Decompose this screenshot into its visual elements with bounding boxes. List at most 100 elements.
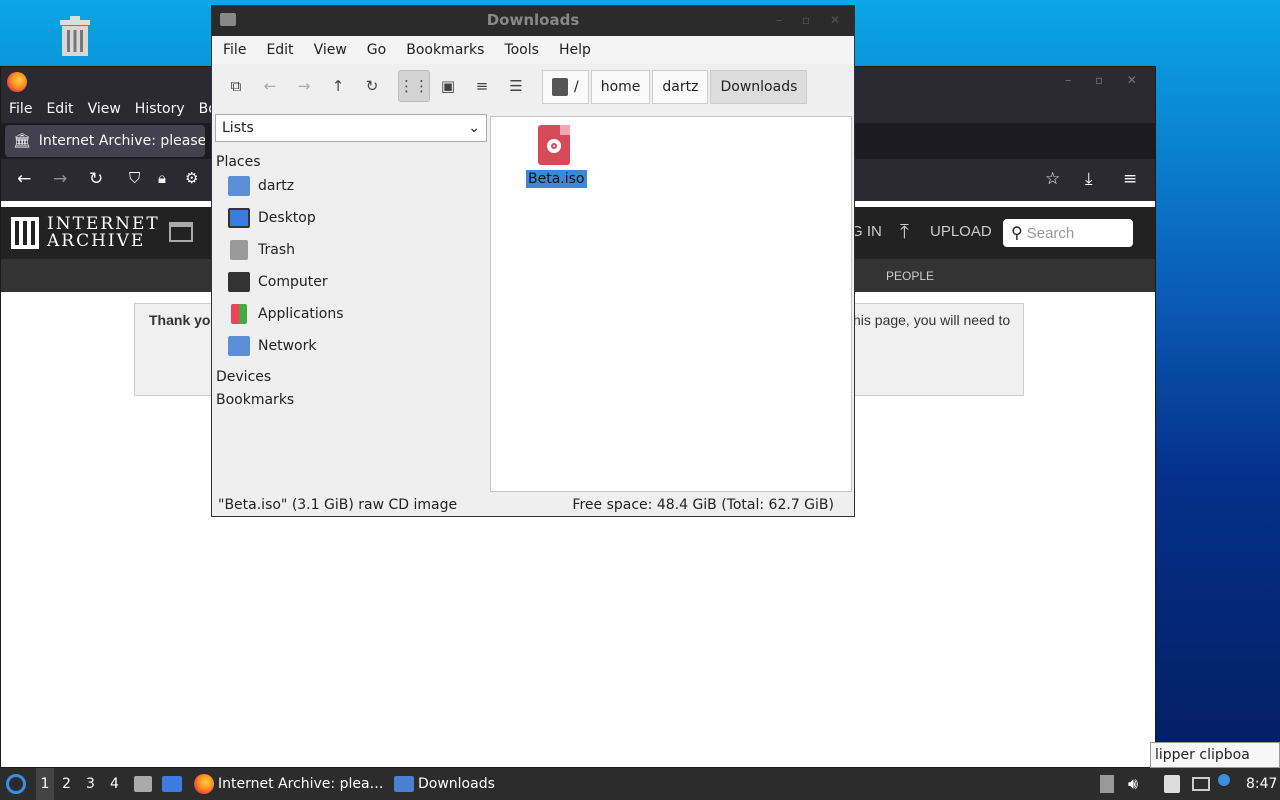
firefox-icon (194, 774, 214, 794)
sidebar-item-computer[interactable]: Computer (228, 268, 328, 296)
fm-menu-tools[interactable]: Tools (504, 42, 539, 58)
web-media-icon[interactable] (169, 222, 193, 242)
ff-menu-history[interactable]: History (135, 101, 185, 117)
crumb-home[interactable]: home (590, 70, 651, 104)
crumb-downloads[interactable]: Downloads (710, 70, 808, 104)
browser-tab[interactable]: 🏛 Internet Archive: please (5, 125, 205, 157)
parent-folder-icon[interactable]: ↑ (322, 70, 354, 102)
fm-toolbar: ⧉ ← → ↑ ↻ ⋮⋮ ▣ ≡ ☰ / home dartz Download… (212, 64, 854, 108)
sidebar-item-label: Network (258, 338, 317, 354)
forward-icon[interactable]: → (53, 169, 67, 189)
fm-menu-view[interactable]: View (314, 42, 347, 58)
ff-menu-file[interactable]: File (9, 101, 32, 117)
sidebar-item-desktop[interactable]: Desktop (228, 204, 316, 232)
workspace-2[interactable]: 2 (62, 768, 71, 800)
browser-tab-title: Internet Archive: please (38, 133, 205, 149)
crumb-dartz[interactable]: dartz (652, 70, 709, 104)
fm-window-title: Downloads (486, 11, 580, 29)
lubuntu-logo-icon (6, 774, 26, 794)
network-icon (228, 336, 250, 356)
file-manager-launcher-icon[interactable] (134, 768, 152, 800)
fm-file-view[interactable]: Beta.iso (490, 116, 852, 492)
sign-in-link[interactable]: G IN (851, 223, 882, 240)
ff-menu-view[interactable]: View (88, 101, 121, 117)
sidebar-item-label: Applications (258, 306, 344, 322)
clipboard-icon[interactable] (1164, 768, 1180, 800)
crumb-root-label: / (574, 79, 579, 95)
ia-columns-icon (11, 217, 39, 249)
sidebar-item-trash[interactable]: Trash (228, 236, 295, 264)
ia-search-placeholder: Search (1026, 224, 1075, 242)
sidebar-mode-select[interactable]: Lists ⌄ (215, 114, 487, 142)
ia-search-field[interactable]: ⚲ Search (1003, 219, 1133, 247)
eject-icon[interactable] (1100, 768, 1114, 800)
sidebar-item-applications[interactable]: Applications (228, 300, 344, 328)
task-downloads[interactable]: Downloads (394, 768, 495, 800)
volume-icon[interactable]: 🔊︎ (1128, 768, 1138, 800)
notice-text-left: Thank you (149, 312, 220, 328)
archive-favicon-icon: 🏛 (13, 133, 31, 149)
drive-icon (552, 78, 568, 96)
fm-menu-file[interactable]: File (223, 42, 246, 58)
ia-logo[interactable]: INTERNET ARCHIVE (11, 216, 160, 250)
sidebar-item-label: Computer (258, 274, 328, 290)
firefox-window-controls[interactable]: – ▫ ✕ (1065, 73, 1147, 87)
sidebar-item-dartz[interactable]: dartz (228, 172, 294, 200)
crumb-root[interactable]: / (542, 70, 589, 104)
start-menu-button[interactable] (6, 768, 26, 800)
ia-logo-line2: ARCHIVE (47, 231, 146, 251)
file-manager-window: Downloads – ▫ ✕ File Edit View Go Bookma… (211, 5, 855, 517)
status-free-space: Free space: 48.4 GiB (Total: 62.7 GiB) (572, 497, 834, 513)
tray-tooltip: lipper clipboa (1150, 742, 1280, 768)
fm-menu-go[interactable]: Go (367, 42, 386, 58)
desktop-icon (228, 208, 250, 228)
lock-icon[interactable]: 🔒︎ (158, 169, 166, 187)
folder-icon (394, 776, 414, 792)
show-desktop-icon[interactable] (162, 768, 182, 800)
people-link[interactable]: PEOPLE (886, 269, 934, 283)
fm-titlebar[interactable]: Downloads – ▫ ✕ (212, 6, 854, 36)
ff-menu-edit[interactable]: Edit (46, 101, 73, 117)
thumbnail-view-icon[interactable]: ▣ (432, 70, 464, 102)
bookmark-star-icon[interactable]: ☆ (1045, 169, 1060, 189)
sidebar-item-network[interactable]: Network (228, 332, 316, 360)
sidebar-item-label: dartz (258, 178, 295, 194)
fm-window-controls[interactable]: – ▫ ✕ (776, 6, 848, 34)
tracking-shield-icon[interactable]: ⛉ (129, 169, 140, 187)
icon-view-icon[interactable]: ⋮⋮ (398, 70, 430, 102)
back-icon[interactable]: ← (254, 70, 286, 102)
fm-menu-edit[interactable]: Edit (266, 42, 293, 58)
back-icon[interactable]: ← (17, 169, 31, 189)
disc-image-file-icon[interactable] (538, 125, 570, 165)
folder-icon (220, 13, 236, 26)
workspace-1[interactable]: 1 (36, 768, 54, 800)
breadcrumb: / home dartz Downloads (542, 70, 808, 104)
network-status-icon[interactable] (1192, 768, 1210, 800)
task-firefox[interactable]: Internet Archive: plea… (194, 768, 384, 800)
compact-view-icon[interactable]: ≡ (466, 70, 498, 102)
places-heading[interactable]: Places (216, 154, 261, 170)
task-firefox-label: Internet Archive: plea… (218, 776, 384, 792)
file-name-selected[interactable]: Beta.iso (526, 170, 587, 188)
bookmarks-heading[interactable]: Bookmarks (216, 392, 294, 408)
upload-icon[interactable]: ⤒ (900, 219, 909, 243)
devices-heading[interactable]: Devices (216, 369, 271, 385)
sidebar-mode-value: Lists (222, 120, 254, 136)
notification-icon[interactable] (1218, 768, 1230, 800)
upload-link[interactable]: UPLOAD (930, 223, 992, 240)
desktop-trash-icon[interactable] (56, 16, 94, 58)
reload-icon[interactable]: ↻ (89, 169, 103, 189)
reload-icon[interactable]: ↻ (356, 70, 388, 102)
new-tab-icon[interactable]: ⧉ (220, 70, 252, 102)
workspace-3[interactable]: 3 (86, 768, 95, 800)
fm-menu-help[interactable]: Help (559, 42, 591, 58)
clock[interactable]: 8:47 (1246, 768, 1277, 800)
forward-icon[interactable]: → (288, 70, 320, 102)
app-menu-icon[interactable]: ≡ (1123, 169, 1137, 189)
fm-sidebar: Lists ⌄ Places dartz Desktop Trash Compu… (214, 112, 489, 492)
downloads-icon[interactable]: ⤓ (1085, 169, 1093, 189)
detailed-view-icon[interactable]: ☰ (500, 70, 532, 102)
workspace-4[interactable]: 4 (110, 768, 119, 800)
permissions-icon[interactable]: ⚙ (185, 169, 198, 187)
fm-menu-bookmarks[interactable]: Bookmarks (406, 42, 484, 58)
